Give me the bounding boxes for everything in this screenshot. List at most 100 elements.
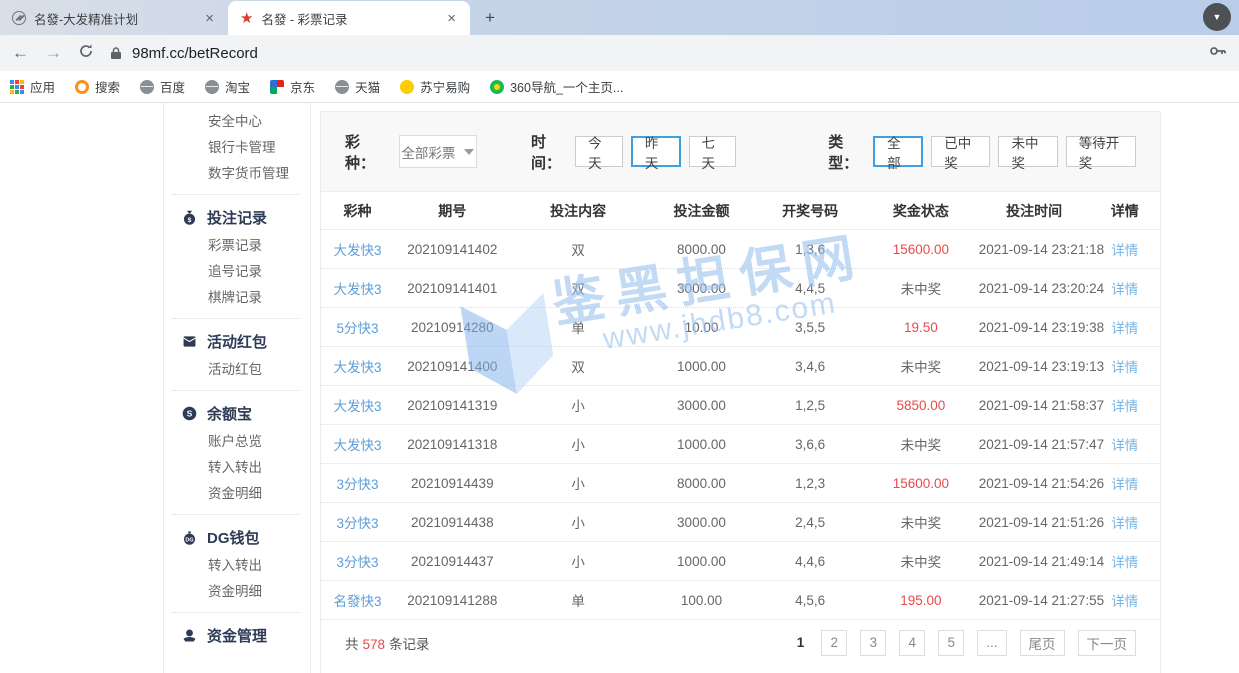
star-favicon-icon: ★ xyxy=(240,9,253,27)
bet-content: 单 xyxy=(511,590,646,610)
bookmark-label: 应用 xyxy=(30,77,55,96)
back-icon[interactable]: ← xyxy=(12,43,29,63)
sidebar-item-fund-details[interactable]: 资金明细 xyxy=(164,481,310,507)
prize-status: 5850.00 xyxy=(863,398,979,413)
issue-number: 202109141401 xyxy=(394,281,511,296)
sidebar-section-fund-management[interactable]: 资金管理 xyxy=(164,619,310,651)
refresh-icon[interactable] xyxy=(78,43,94,64)
sidebar-item-account-overview[interactable]: 账户总览 xyxy=(164,429,310,455)
lottery-name-link[interactable]: 3分快3 xyxy=(321,551,394,571)
url-text: 98mf.cc/betRecord xyxy=(132,45,258,62)
new-tab-button[interactable]: + xyxy=(476,5,504,31)
time-option-seven-days[interactable]: 七天 xyxy=(689,136,737,167)
lottery-name-link[interactable]: 5分快3 xyxy=(321,317,394,337)
forward-icon[interactable]: → xyxy=(45,43,62,63)
tab-plan-page[interactable]: 名發-大发精准计划 × xyxy=(0,1,228,35)
detail-link[interactable]: 详情 xyxy=(1089,512,1159,532)
key-icon[interactable] xyxy=(1209,43,1227,64)
bet-content: 小 xyxy=(511,473,646,493)
sidebar-item-activity-redpacket[interactable]: 活动红包 xyxy=(164,357,310,383)
sidebar-item-lottery-records[interactable]: 彩票记录 xyxy=(164,233,310,259)
money-bag-icon: $ xyxy=(181,209,198,226)
browser-url-bar: ← → 98mf.cc/betRecord xyxy=(0,35,1239,71)
sidebar-item-chase-records[interactable]: 追号记录 xyxy=(164,259,310,285)
bookmark-label: 搜索 xyxy=(95,77,120,96)
detail-link[interactable]: 详情 xyxy=(1089,434,1159,454)
bookmark-apps[interactable]: 应用 xyxy=(10,77,55,96)
prize-status: 195.00 xyxy=(863,593,979,608)
globe-favicon-icon xyxy=(140,80,154,94)
sidebar-item-bank-card[interactable]: 银行卡管理 xyxy=(164,135,310,161)
sidebar-item-board-game-records[interactable]: 棋牌记录 xyxy=(164,285,310,311)
lottery-name-link[interactable]: 大发快3 xyxy=(321,434,394,454)
page-5-button[interactable]: 5 xyxy=(938,630,964,656)
bookmark-baidu[interactable]: 百度 xyxy=(140,77,185,96)
lottery-name-link[interactable]: 3分快3 xyxy=(321,512,394,532)
detail-link[interactable]: 详情 xyxy=(1089,317,1159,337)
page-4-button[interactable]: 4 xyxy=(899,630,925,656)
sidebar-section-yuebao[interactable]: S 余额宝 xyxy=(164,397,310,429)
close-tab-icon[interactable]: × xyxy=(443,10,460,27)
tab-bet-record[interactable]: ★ 名發 - 彩票记录 × xyxy=(228,1,470,35)
detail-link[interactable]: 详情 xyxy=(1089,590,1159,610)
total-prefix: 共 xyxy=(345,637,359,652)
bet-amount: 8000.00 xyxy=(646,476,758,491)
page-3-button[interactable]: 3 xyxy=(860,630,886,656)
sidebar-section-dg-wallet[interactable]: DG DG钱包 xyxy=(164,521,310,553)
lottery-name-link[interactable]: 名發快3 xyxy=(321,590,394,610)
bookmark-tmall[interactable]: 天猫 xyxy=(335,77,380,96)
bet-amount: 1000.00 xyxy=(646,554,758,569)
address-field[interactable]: 98mf.cc/betRecord xyxy=(110,45,1193,62)
lottery-name-link[interactable]: 大发快3 xyxy=(321,239,394,259)
bookmark-label: 淘宝 xyxy=(225,77,250,96)
time-option-today[interactable]: 今天 xyxy=(575,136,623,167)
lottery-name-link[interactable]: 大发快3 xyxy=(321,278,394,298)
sidebar-item-dg-fund-details[interactable]: 资金明细 xyxy=(164,579,310,605)
sidebar-section-activity-redpacket[interactable]: 活动红包 xyxy=(164,325,310,357)
type-option-won[interactable]: 已中奖 xyxy=(931,136,990,167)
bookmark-taobao[interactable]: 淘宝 xyxy=(205,77,250,96)
sidebar-item-transfer[interactable]: 转入转出 xyxy=(164,455,310,481)
draw-numbers: 1,2,5 xyxy=(757,398,863,413)
page-1-current[interactable]: 1 xyxy=(793,635,809,650)
detail-link[interactable]: 详情 xyxy=(1089,239,1159,259)
type-option-pending[interactable]: 等待开奖 xyxy=(1066,136,1136,167)
detail-link[interactable]: 详情 xyxy=(1089,356,1159,376)
close-tab-icon[interactable]: × xyxy=(201,10,218,27)
issue-number: 20210914437 xyxy=(394,554,511,569)
lottery-name-link[interactable]: 大发快3 xyxy=(321,395,394,415)
lottery-select[interactable]: 全部彩票 xyxy=(399,135,477,168)
sidebar-section-label: 投注记录 xyxy=(207,207,267,228)
sidebar-divider xyxy=(172,612,300,613)
table-row: 3分快3 20210914437 小 1000.00 4,4,6 未中奖 202… xyxy=(321,542,1160,581)
lottery-name-link[interactable]: 大发快3 xyxy=(321,356,394,376)
bookmark-360nav[interactable]: 360导航_一个主页... xyxy=(490,77,623,96)
issue-number: 20210914439 xyxy=(394,476,511,491)
sidebar-item-digital-currency[interactable]: 数字货币管理 xyxy=(164,161,310,187)
bookmark-suning[interactable]: 苏宁易购 xyxy=(400,77,470,96)
sidebar-divider xyxy=(172,194,300,195)
sidebar-section-bet-records[interactable]: $ 投注记录 xyxy=(164,201,310,233)
page-2-button[interactable]: 2 xyxy=(821,630,847,656)
bet-record-panel: 彩种： 全部彩票 时间： 今天 昨天 七天 类型： 全部 已中奖 未中奖 等待开… xyxy=(320,111,1161,673)
sidebar-item-security-center[interactable]: 安全中心 xyxy=(164,109,310,135)
last-page-button[interactable]: 尾页 xyxy=(1020,630,1065,656)
lottery-name-link[interactable]: 3分快3 xyxy=(321,473,394,493)
bookmark-search[interactable]: 搜索 xyxy=(75,77,120,96)
detail-link[interactable]: 详情 xyxy=(1089,551,1159,571)
browser-profile-button[interactable]: ▼ xyxy=(1203,3,1231,31)
detail-link[interactable]: 详情 xyxy=(1089,395,1159,415)
tab-title: 名發 - 彩票记录 xyxy=(261,9,443,28)
bookmark-jd[interactable]: 京东 xyxy=(270,77,315,96)
time-option-yesterday[interactable]: 昨天 xyxy=(631,136,681,167)
type-option-lost[interactable]: 未中奖 xyxy=(998,136,1057,167)
page-ellipsis-button[interactable]: ... xyxy=(977,630,1006,656)
next-page-button[interactable]: 下一页 xyxy=(1078,630,1137,656)
detail-link[interactable]: 详情 xyxy=(1089,278,1159,298)
sidebar-item-dg-transfer[interactable]: 转入转出 xyxy=(164,553,310,579)
apps-grid-icon xyxy=(10,80,24,94)
bet-content: 双 xyxy=(511,239,646,259)
detail-link[interactable]: 详情 xyxy=(1089,473,1159,493)
lottery-select-value: 全部彩票 xyxy=(401,142,455,162)
type-option-all[interactable]: 全部 xyxy=(873,136,923,167)
